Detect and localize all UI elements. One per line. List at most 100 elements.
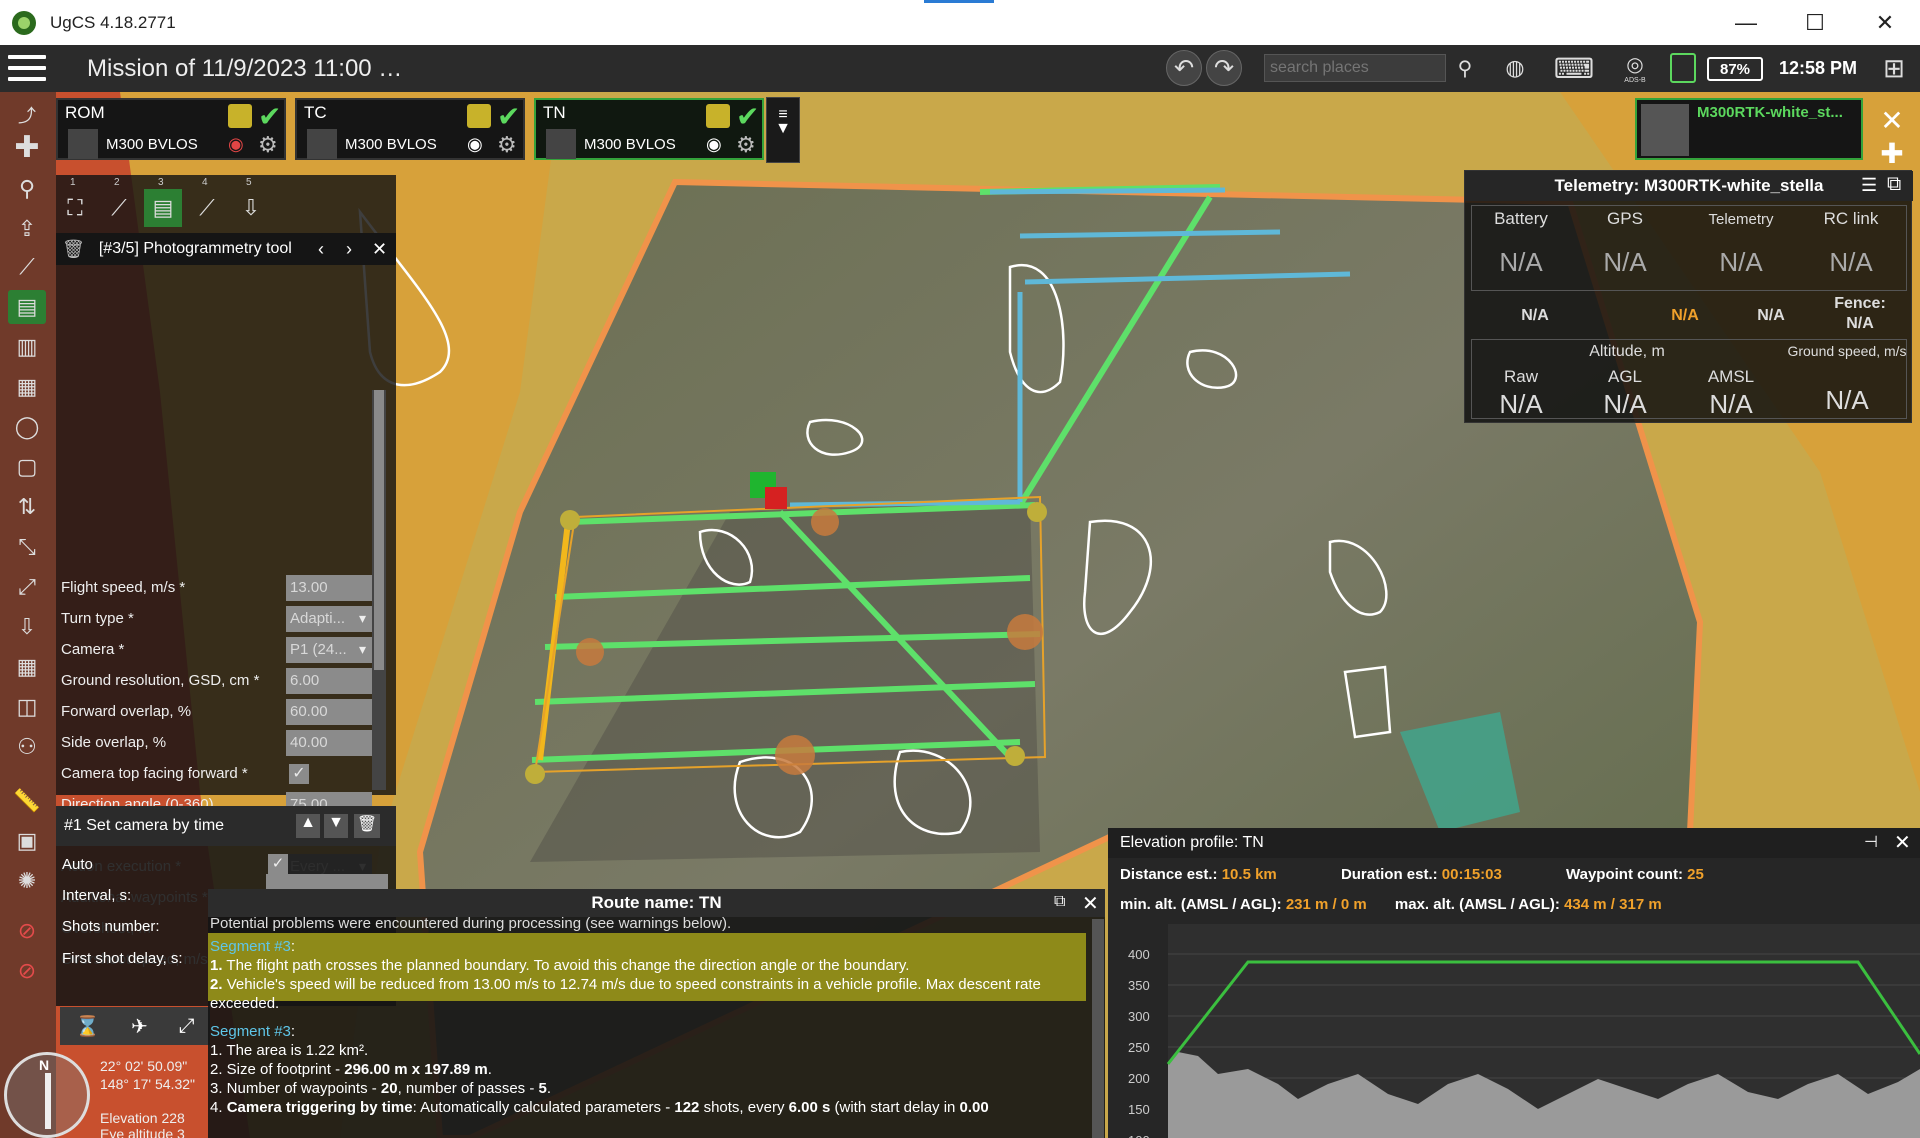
image-layer-icon[interactable]: ▣ [8,824,46,858]
eye-icon[interactable]: ◉ [706,134,722,155]
check-icon[interactable]: ✔ [497,100,520,133]
globe-icon[interactable]: ◍ [1500,51,1530,85]
mission-title[interactable]: Mission of 11/9/2023 11:00 … [87,55,402,83]
vehicle-card-tc[interactable]: TC M300 BVLOS ✔ ◉ ⚙ [295,98,525,160]
elevation-stats-2: min. alt. (AMSL / AGL): 231 m / 0 m max.… [1120,896,1662,913]
search-icon[interactable]: ⚲ [1450,51,1480,85]
drone-thumbnail [546,129,576,159]
fence-value: N/A [1846,315,1874,332]
ruler-icon[interactable]: 📏 [8,784,46,818]
vehicle-name: ROM [65,103,105,122]
poi-tool-icon[interactable]: ⚇ [8,730,46,764]
sun-icon[interactable]: ✺ [8,864,46,898]
no-fly-zone-icon[interactable]: ⊘ [8,914,46,948]
satellite-icon[interactable]: ✈ [131,1014,148,1039]
device-icon[interactable] [1670,53,1696,83]
close-window-button[interactable]: ✕ [1852,0,1918,45]
waypoint-tool-icon[interactable]: ⚲ [8,172,46,206]
settings-gear-icon[interactable]: ⚙ [258,132,278,158]
hidden-eye-icon[interactable]: ◉ [228,134,244,155]
dropdown-icon[interactable]: ▾ [359,641,366,658]
longitude: 148° 17' 54.32" [100,1076,195,1092]
close-route-icon[interactable]: ✕ [1082,891,1099,916]
undo-icon[interactable]: ↶ [1166,50,1202,86]
route-scrollbar[interactable] [1092,919,1104,1138]
dropdown-icon[interactable]: ▾ [359,610,366,627]
pin-icon[interactable]: ⊣ [1864,832,1878,852]
next-icon[interactable]: › [346,239,352,260]
layout-icon[interactable]: ⊞ [1876,51,1912,85]
field-row: Camera * P1 (24... ▾ [61,635,372,665]
photogrammetry-tool-icon[interactable]: ▤ [8,290,46,324]
tab-segment-3[interactable]: 3 ▤ [144,177,182,227]
home-marker [765,487,787,509]
field-input[interactable]: 60.00 [286,699,372,725]
info-4: 4. Camera triggering by time: Automatica… [210,1099,989,1116]
field-input[interactable]: 13.00 [286,575,372,601]
close-tool-icon[interactable]: ✕ [372,239,387,260]
maximize-button[interactable]: ☐ [1782,0,1848,45]
lock-icon[interactable] [467,104,491,128]
redo-icon[interactable]: ↷ [1206,50,1242,86]
prohibited-icon[interactable]: ⊘ [8,954,46,988]
landing-tool-icon[interactable]: ⇩ [8,610,46,644]
compass[interactable]: N [4,1052,90,1138]
vehicle-card-tn[interactable]: TN M300 BVLOS ✔ ◉ ⚙ [534,98,764,160]
spiral-tool-icon[interactable]: ◫ [8,690,46,724]
field-checkbox[interactable]: ✓ [289,764,309,784]
auto-checkbox[interactable]: ✓ [268,854,288,874]
add-icon[interactable]: ✚ [8,130,46,164]
settings-gear-icon[interactable]: ⚙ [497,132,517,158]
grid-tool-icon[interactable]: ▦ [8,650,46,684]
vertical-scan-icon[interactable]: ⇅ [8,490,46,524]
route-tool-icon[interactable]: ⤴ [8,100,46,130]
tab-segment-2[interactable]: 2 ⟋ [100,177,138,227]
active-vehicle-card[interactable]: M300RTK-white_st... [1635,98,1863,160]
tab-segment-5[interactable]: 5 ⇩ [232,177,270,227]
check-icon[interactable]: ✔ [736,100,759,133]
lock-icon[interactable] [228,104,252,128]
tab-segment-4[interactable]: 4 ⟋ [188,177,226,227]
vehicle-tools-icon[interactable]: ✕ ✚ [1872,104,1912,169]
perimeter-tool-icon[interactable]: ▢ [8,450,46,484]
move-down-icon[interactable]: ▼ [324,814,348,838]
minimize-button[interactable]: — [1713,0,1779,45]
tab-segment-1[interactable]: 1 ⛶ [56,177,94,227]
facade-scan-icon[interactable]: ▦ [8,370,46,404]
elevation-readout: Elevation 228 [100,1110,185,1126]
circle-tool-icon[interactable]: ◯ [8,410,46,444]
corridor-tool-icon[interactable]: ⤡ [8,530,46,564]
area-scan-icon[interactable]: ▥ [8,330,46,364]
field-input[interactable]: 40.00 [286,730,372,756]
copy-icon[interactable]: ⧉ [1054,893,1065,911]
check-icon[interactable]: ✔ [258,100,281,133]
polyline-tool-icon[interactable]: ⟋ [8,250,46,284]
close-elevation-icon[interactable]: ✕ [1894,830,1911,855]
info-block: Segment #3: 1. The area is 1.22 km². 2. … [208,1019,1086,1138]
search-input[interactable] [1264,54,1446,82]
trash-icon[interactable]: 🗑 [62,239,85,260]
lock-icon[interactable] [706,104,730,128]
move-up-icon[interactable]: ▲ [296,814,320,838]
settings-gear-icon[interactable]: ⚙ [736,132,756,158]
hourglass-icon[interactable]: ⌛ [75,1014,100,1039]
scrollbar-thumb[interactable] [374,390,384,670]
status-2: N/A [1671,307,1699,324]
field-input[interactable]: 6.00 [286,668,372,694]
menu-icon[interactable] [8,55,46,83]
keyboard-icon[interactable]: ⌨ [1544,51,1604,85]
rc-link-header: RC link [1823,209,1879,228]
prev-icon[interactable]: ‹ [318,239,324,260]
auto-label: Auto [62,856,93,873]
vehicle-list-scroll[interactable]: ≡ ▼ [766,97,800,163]
eye-icon[interactable]: ◉ [467,134,483,155]
gimbal-icon[interactable]: ⤢ [179,1015,195,1038]
delete-action-icon[interactable]: 🗑 [354,814,380,838]
list-icon[interactable]: ☰ [1861,175,1877,196]
sar-tool-icon[interactable]: ⤢ [8,570,46,604]
takeoff-tool-icon[interactable]: ⇪ [8,212,46,246]
vehicle-card-rom[interactable]: ROM M300 BVLOS ✔ ◉ ⚙ [56,98,286,160]
panel-scrollbar[interactable] [372,390,386,790]
popout-icon[interactable]: ⧉ [1887,173,1901,196]
adsb-icon[interactable]: ◎ ADS-B [1618,51,1652,85]
